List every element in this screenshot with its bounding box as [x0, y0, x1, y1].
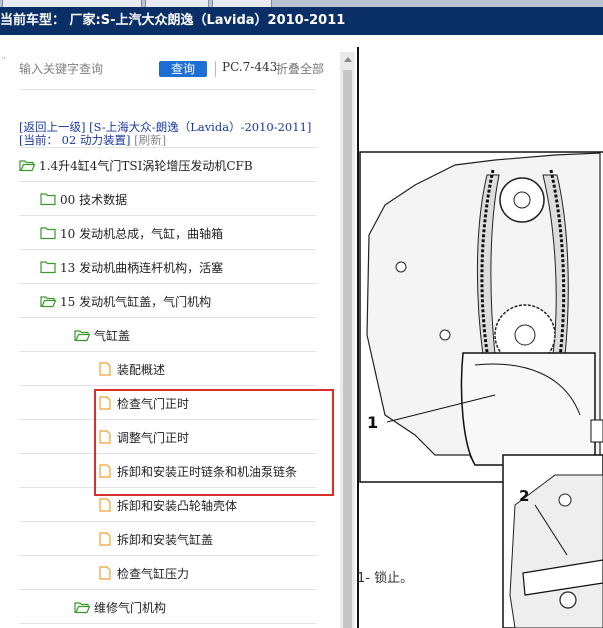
divider	[19, 555, 316, 556]
folder-icon	[40, 227, 56, 240]
tree-item[interactable]: 拆卸和安装凸轮轴壳体	[97, 495, 237, 515]
tree-item[interactable]: 1.4升4缸4气门TSI涡轮增压发动机CFB	[19, 155, 253, 175]
search-input[interactable]	[19, 58, 149, 80]
tree-item-label: 气缸盖	[94, 328, 131, 343]
tree-item[interactable]: 维修气门机构	[74, 597, 166, 617]
tree-item-label: 装配概述	[117, 362, 166, 377]
folder-open-icon	[40, 296, 56, 308]
tree-item-label: 检查气缸压力	[117, 566, 190, 581]
tree-item[interactable]: 拆卸和安装气缸盖	[97, 529, 213, 549]
engine-timing-diagram: 1 2	[357, 47, 603, 628]
annotation-highlight-box	[94, 389, 334, 496]
scrollbar-thumb[interactable]	[343, 70, 352, 628]
divider	[19, 589, 316, 590]
search-button[interactable]: 查询	[159, 61, 207, 77]
divider	[19, 521, 316, 522]
tree-item-label: 拆卸和安装气缸盖	[117, 532, 214, 547]
divider	[19, 283, 316, 284]
callout-1: 1	[367, 413, 378, 432]
callout-2: 2	[519, 487, 529, 505]
divider	[19, 181, 316, 182]
model-link[interactable]: [S-上海大众-朗逸（Lavida）-2010-2011]	[89, 120, 311, 134]
back-link[interactable]: [返回上一级]	[19, 120, 85, 134]
tree-item[interactable]: 检查气缸压力	[97, 563, 189, 583]
document-icon	[99, 498, 111, 512]
folder-open-icon	[74, 330, 90, 342]
divider	[19, 623, 316, 624]
current-prefix: [当前：	[19, 133, 58, 147]
current-model-title: 当前车型： 厂家:S-上汽大众朗逸（Lavida）2010-2011	[0, 13, 346, 28]
folder-icon	[40, 261, 56, 274]
tree-item[interactable]: 装配概述	[97, 359, 165, 379]
tree-item-label: 13 发动机曲柄连杆机构，活塞	[60, 260, 224, 275]
tree-item-label: 1.4升4缸4气门TSI涡轮增压发动机CFB	[39, 158, 253, 173]
divider	[19, 215, 316, 216]
divider	[215, 61, 216, 77]
scroll-up-arrow-icon[interactable]	[340, 52, 355, 67]
refresh-link[interactable]: [刷新]	[134, 133, 166, 147]
top-toolbar-strip	[0, 0, 603, 8]
collapse-all-link[interactable]: 折叠全部	[276, 60, 324, 77]
folder-open-icon	[74, 602, 90, 614]
divider	[19, 89, 316, 90]
document-icon	[99, 532, 111, 546]
tree-item-label: 10 发动机总成，气缸，曲轴箱	[60, 226, 224, 241]
tree-item[interactable]: 15 发动机气缸盖，气门机构	[40, 291, 211, 311]
tree-item-label: 维修气门机构	[94, 600, 167, 615]
divider	[19, 385, 316, 386]
current-section: [当前： 02 动力装置] [刷新]	[19, 134, 166, 147]
divider	[19, 249, 316, 250]
diagram-caption: 1- 锁止。	[357, 571, 414, 586]
tree-item[interactable]: 00 技术数据	[40, 189, 127, 209]
document-icon	[99, 362, 111, 376]
resize-handle[interactable]: ··	[1, 54, 6, 63]
tree-item[interactable]: 10 发动机总成，气缸，曲轴箱	[40, 223, 223, 243]
search-bar: 查询 PC.7-443 折叠全部	[19, 58, 329, 80]
divider	[19, 351, 316, 352]
page-code: PC.7-443	[222, 60, 278, 74]
divider	[19, 317, 316, 318]
tree-item[interactable]: 13 发动机曲柄连杆机构，活塞	[40, 257, 223, 277]
current-value: 02 动力装置]	[61, 133, 131, 147]
folder-open-icon	[19, 160, 35, 172]
document-icon	[99, 566, 111, 580]
folder-icon	[40, 193, 56, 206]
divider	[19, 147, 316, 148]
tree-item-label: 15 发动机气缸盖，气门机构	[60, 294, 212, 309]
tree-item[interactable]: 气缸盖	[74, 325, 130, 345]
tree-item-label: 00 技术数据	[60, 192, 128, 207]
repair-diagram-panel: 1 2	[355, 35, 603, 628]
tree-item-label: 拆卸和安装凸轮轴壳体	[117, 498, 238, 513]
current-model-bar: 当前车型： 厂家:S-上汽大众朗逸（Lavida）2010-2011	[0, 7, 603, 35]
